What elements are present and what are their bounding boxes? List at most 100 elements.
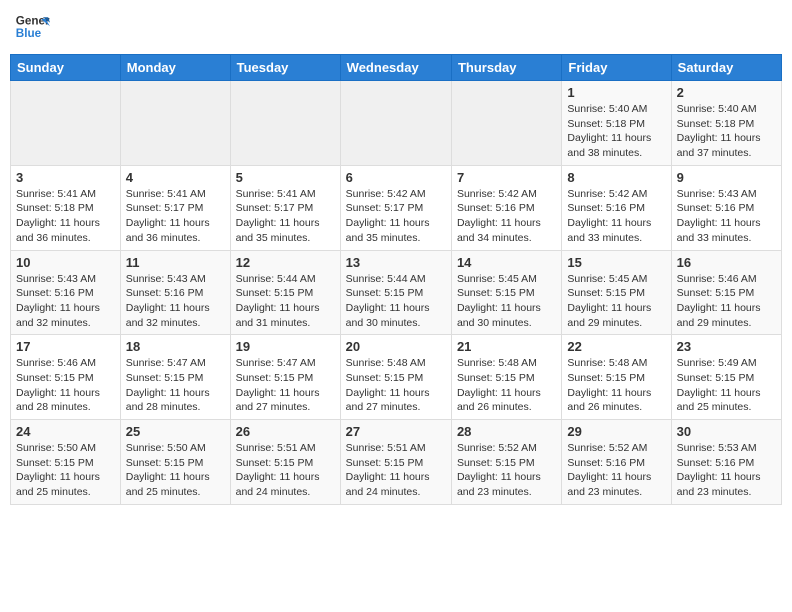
weekday-friday: Friday — [562, 55, 671, 81]
day-number: 30 — [677, 424, 776, 439]
calendar-cell: 18 Sunrise: 5:47 AMSunset: 5:15 PMDayligh… — [120, 335, 230, 420]
day-number: 13 — [346, 255, 446, 270]
day-number: 26 — [236, 424, 335, 439]
calendar-cell: 7Sunrise: 5:42 AMSunset: 5:16 PMDaylight… — [451, 165, 561, 250]
day-number: 18 — [126, 339, 225, 354]
calendar-cell: 10 Sunrise: 5:43 AMSunset: 5:16 PMDayligh… — [11, 250, 121, 335]
day-info: Sunrise: 5:41 AMSunset: 5:17 PMDaylight:… — [236, 187, 335, 246]
calendar-cell: 19Sunrise: 5:47 AMSunset: 5:15 PMDayligh… — [230, 335, 340, 420]
day-number: 6 — [346, 170, 446, 185]
calendar-cell: 2 Sunrise: 5:40 AMSunset: 5:18 PMDaylight… — [671, 81, 781, 166]
calendar-cell: 23 Sunrise: 5:49 AMSunset: 5:15 PMDayligh… — [671, 335, 781, 420]
day-number: 29 — [567, 424, 665, 439]
day-number: 4 — [126, 170, 225, 185]
day-number: 23 — [677, 339, 776, 354]
day-info: Sunrise: 5:43 AMSunset: 5:16 PMDaylight:… — [16, 272, 115, 331]
day-info: Sunrise: 5:48 AMSunset: 5:15 PMDaylight:… — [567, 356, 665, 415]
week-row-1: 1 Sunrise: 5:40 AMSunset: 5:18 PMDaylight… — [11, 81, 782, 166]
day-info: Sunrise: 5:52 AMSunset: 5:15 PMDaylight:… — [457, 441, 556, 500]
day-info: Sunrise: 5:45 AMSunset: 5:15 PMDaylight:… — [567, 272, 665, 331]
page-header: General Blue — [10, 10, 782, 46]
day-number: 12 — [236, 255, 335, 270]
calendar-cell: 21 Sunrise: 5:48 AMSunset: 5:15 PMDayligh… — [451, 335, 561, 420]
day-info: Sunrise: 5:51 AMSunset: 5:15 PMDaylight:… — [346, 441, 446, 500]
day-info: Sunrise: 5:50 AMSunset: 5:15 PMDaylight:… — [16, 441, 115, 500]
day-info: Sunrise: 5:51 AMSunset: 5:15 PMDaylight:… — [236, 441, 335, 500]
day-info: Sunrise: 5:40 AMSunset: 5:18 PMDaylight:… — [677, 102, 776, 161]
calendar-cell — [230, 81, 340, 166]
day-number: 3 — [16, 170, 115, 185]
day-number: 21 — [457, 339, 556, 354]
day-info: Sunrise: 5:48 AMSunset: 5:15 PMDaylight:… — [346, 356, 446, 415]
calendar-cell: 20 Sunrise: 5:48 AMSunset: 5:15 PMDayligh… — [340, 335, 451, 420]
day-info: Sunrise: 5:46 AMSunset: 5:15 PMDaylight:… — [677, 272, 776, 331]
calendar-cell: 12 Sunrise: 5:44 AMSunset: 5:15 PMDayligh… — [230, 250, 340, 335]
calendar-cell: 26 Sunrise: 5:51 AMSunset: 5:15 PMDayligh… — [230, 420, 340, 505]
weekday-monday: Monday — [120, 55, 230, 81]
day-info: Sunrise: 5:43 AMSunset: 5:16 PMDaylight:… — [677, 187, 776, 246]
day-info: Sunrise: 5:46 AMSunset: 5:15 PMDaylight:… — [16, 356, 115, 415]
day-info: Sunrise: 5:44 AMSunset: 5:15 PMDaylight:… — [346, 272, 446, 331]
day-info: Sunrise: 5:43 AMSunset: 5:16 PMDaylight:… — [126, 272, 225, 331]
calendar-cell: 15 Sunrise: 5:45 AMSunset: 5:15 PMDayligh… — [562, 250, 671, 335]
day-info: Sunrise: 5:41 AMSunset: 5:18 PMDaylight:… — [16, 187, 115, 246]
calendar-cell: 30 Sunrise: 5:53 AMSunset: 5:16 PMDayligh… — [671, 420, 781, 505]
day-info: Sunrise: 5:50 AMSunset: 5:15 PMDaylight:… — [126, 441, 225, 500]
day-number: 9 — [677, 170, 776, 185]
day-info: Sunrise: 5:42 AMSunset: 5:17 PMDaylight:… — [346, 187, 446, 246]
day-number: 25 — [126, 424, 225, 439]
day-number: 1 — [567, 85, 665, 100]
day-number: 19 — [236, 339, 335, 354]
calendar-cell: 17 Sunrise: 5:46 AMSunset: 5:15 PMDayligh… — [11, 335, 121, 420]
day-number: 11 — [126, 255, 225, 270]
calendar-cell — [120, 81, 230, 166]
day-number: 2 — [677, 85, 776, 100]
day-info: Sunrise: 5:52 AMSunset: 5:16 PMDaylight:… — [567, 441, 665, 500]
calendar-cell: 24 Sunrise: 5:50 AMSunset: 5:15 PMDayligh… — [11, 420, 121, 505]
calendar-cell — [340, 81, 451, 166]
day-info: Sunrise: 5:47 AMSunset: 5:15 PMDaylight:… — [126, 356, 225, 415]
calendar-cell: 1Sunrise: 5:40 AMSunset: 5:18 PMDaylight… — [562, 81, 671, 166]
calendar-cell: 27Sunrise: 5:51 AMSunset: 5:15 PMDayligh… — [340, 420, 451, 505]
logo: General Blue — [14, 10, 50, 46]
day-number: 8 — [567, 170, 665, 185]
week-row-4: 17 Sunrise: 5:46 AMSunset: 5:15 PMDayligh… — [11, 335, 782, 420]
weekday-wednesday: Wednesday — [340, 55, 451, 81]
day-info: Sunrise: 5:49 AMSunset: 5:15 PMDaylight:… — [677, 356, 776, 415]
day-info: Sunrise: 5:42 AMSunset: 5:16 PMDaylight:… — [567, 187, 665, 246]
logo-icon: General Blue — [14, 10, 50, 46]
svg-text:Blue: Blue — [16, 27, 42, 40]
day-info: Sunrise: 5:48 AMSunset: 5:15 PMDaylight:… — [457, 356, 556, 415]
weekday-saturday: Saturday — [671, 55, 781, 81]
day-number: 14 — [457, 255, 556, 270]
weekday-tuesday: Tuesday — [230, 55, 340, 81]
day-number: 10 — [16, 255, 115, 270]
day-info: Sunrise: 5:44 AMSunset: 5:15 PMDaylight:… — [236, 272, 335, 331]
day-number: 7 — [457, 170, 556, 185]
calendar-cell — [451, 81, 561, 166]
week-row-2: 3 Sunrise: 5:41 AMSunset: 5:18 PMDaylight… — [11, 165, 782, 250]
day-info: Sunrise: 5:41 AMSunset: 5:17 PMDaylight:… — [126, 187, 225, 246]
calendar-cell: 22 Sunrise: 5:48 AMSunset: 5:15 PMDayligh… — [562, 335, 671, 420]
calendar-cell — [11, 81, 121, 166]
day-number: 15 — [567, 255, 665, 270]
week-row-5: 24 Sunrise: 5:50 AMSunset: 5:15 PMDayligh… — [11, 420, 782, 505]
calendar-cell: 25 Sunrise: 5:50 AMSunset: 5:15 PMDayligh… — [120, 420, 230, 505]
calendar-cell: 8 Sunrise: 5:42 AMSunset: 5:16 PMDaylight… — [562, 165, 671, 250]
day-info: Sunrise: 5:53 AMSunset: 5:16 PMDaylight:… — [677, 441, 776, 500]
calendar-cell: 9 Sunrise: 5:43 AMSunset: 5:16 PMDaylight… — [671, 165, 781, 250]
calendar-cell: 14 Sunrise: 5:45 AMSunset: 5:15 PMDayligh… — [451, 250, 561, 335]
day-number: 16 — [677, 255, 776, 270]
calendar-cell: 28Sunrise: 5:52 AMSunset: 5:15 PMDayligh… — [451, 420, 561, 505]
day-number: 20 — [346, 339, 446, 354]
day-info: Sunrise: 5:45 AMSunset: 5:15 PMDaylight:… — [457, 272, 556, 331]
week-row-3: 10 Sunrise: 5:43 AMSunset: 5:16 PMDayligh… — [11, 250, 782, 335]
calendar-cell: 13 Sunrise: 5:44 AMSunset: 5:15 PMDayligh… — [340, 250, 451, 335]
calendar-cell: 4 Sunrise: 5:41 AMSunset: 5:17 PMDaylight… — [120, 165, 230, 250]
weekday-sunday: Sunday — [11, 55, 121, 81]
calendar-cell: 3 Sunrise: 5:41 AMSunset: 5:18 PMDaylight… — [11, 165, 121, 250]
day-number: 24 — [16, 424, 115, 439]
day-number: 17 — [16, 339, 115, 354]
day-number: 22 — [567, 339, 665, 354]
day-number: 5 — [236, 170, 335, 185]
